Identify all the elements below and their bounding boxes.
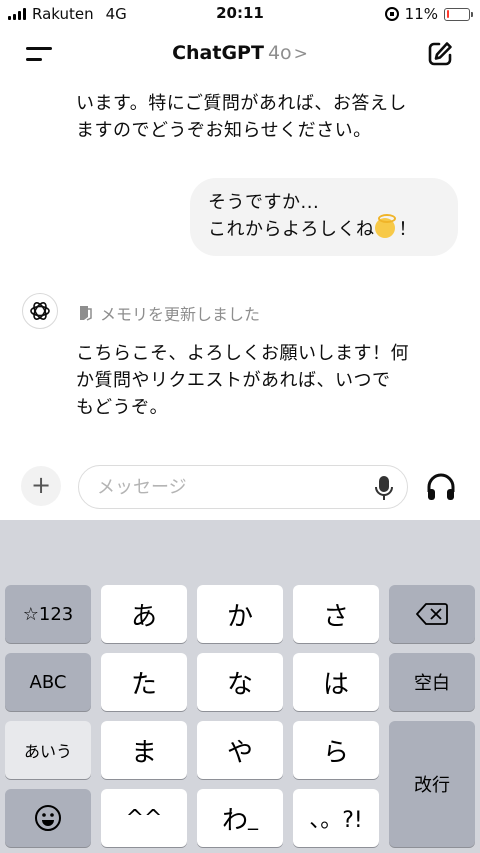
user-message-bubble[interactable]: そうですか... これからよろしくね ！ [190,178,458,256]
status-bar: Rakuten 4G 20:11 11% [0,0,480,28]
message-punctuation: ！ [398,219,417,240]
battery-percent: 11% [404,5,438,23]
key-dakuten[interactable]: ^^ [101,789,187,847]
key-space[interactable]: 空白 [389,653,475,711]
japanese-keyboard: ☆123 あ か さ ABC た な は 空白 あいう ま や ら 改行 ^^ … [0,520,480,853]
key-ha[interactable]: は [293,653,379,711]
key-wa-label: わ [221,805,248,836]
app-title: ChatGPT [172,42,264,64]
message-input[interactable] [78,465,408,509]
key-abc[interactable]: ABC [5,653,91,711]
chat-header: ChatGPT 4o > [0,28,480,80]
message-line: こちらこそ、よろしくお願いします！何 [76,343,409,364]
angel-emoji-icon [374,214,396,238]
headphones-icon[interactable] [425,472,457,502]
chatgpt-logo-icon [22,293,58,329]
assistant-message-previous: います。特にご質問があれば、お答えし ますのでどうぞお知らせください。 [76,90,456,144]
key-sa[interactable]: さ [293,585,379,643]
key-a[interactable]: あ [101,585,187,643]
emoji-icon[interactable] [5,789,91,847]
assistant-message: こちらこそ、よろしくお願いします！何 か質問やリクエストがあれば、いつで もどう… [76,340,456,421]
battery-icon [444,7,473,21]
message-line: そうですか... [208,192,320,213]
backspace-icon[interactable] [389,585,475,643]
message-line: これからよろしくね ！ [208,214,458,243]
model-name: 4o [267,42,292,64]
key-kana-mode[interactable]: あいう [5,721,91,779]
model-selector[interactable]: ChatGPT 4o > [0,42,480,64]
battery-fill [446,10,449,18]
key-ya[interactable]: や [197,721,283,779]
attach-button[interactable]: + [21,466,61,506]
key-na[interactable]: な [197,653,283,711]
memory-updated-notice[interactable]: メモリを更新しました [78,301,260,325]
chevron-right-icon: > [293,44,308,64]
compose-icon[interactable] [426,40,454,68]
message-line: ますのでどうぞお知らせください。 [76,120,372,141]
key-ra[interactable]: ら [293,721,379,779]
message-line: か質問やリクエストがあれば、いつで [76,370,391,391]
key-ta[interactable]: た [101,653,187,711]
key-return[interactable]: 改行 [389,721,475,847]
memory-label: メモリを更新しました [100,305,261,324]
status-right: 11% [384,5,473,23]
key-punctuation[interactable]: 、。?! [293,789,379,847]
message-line: います。特にご質問があれば、お答えし [76,93,407,114]
key-numbers[interactable]: ☆123 [5,585,91,643]
key-ma[interactable]: ま [101,721,187,779]
key-ka[interactable]: か [197,585,283,643]
key-wa[interactable]: わ _ [197,789,283,847]
message-line: もどうぞ。 [76,397,169,418]
memory-icon [78,305,92,321]
key-wa-sub: _ [248,806,258,830]
message-text: これからよろしくね [208,219,375,240]
rotation-lock-icon [384,7,399,21]
mic-icon[interactable] [374,475,394,501]
